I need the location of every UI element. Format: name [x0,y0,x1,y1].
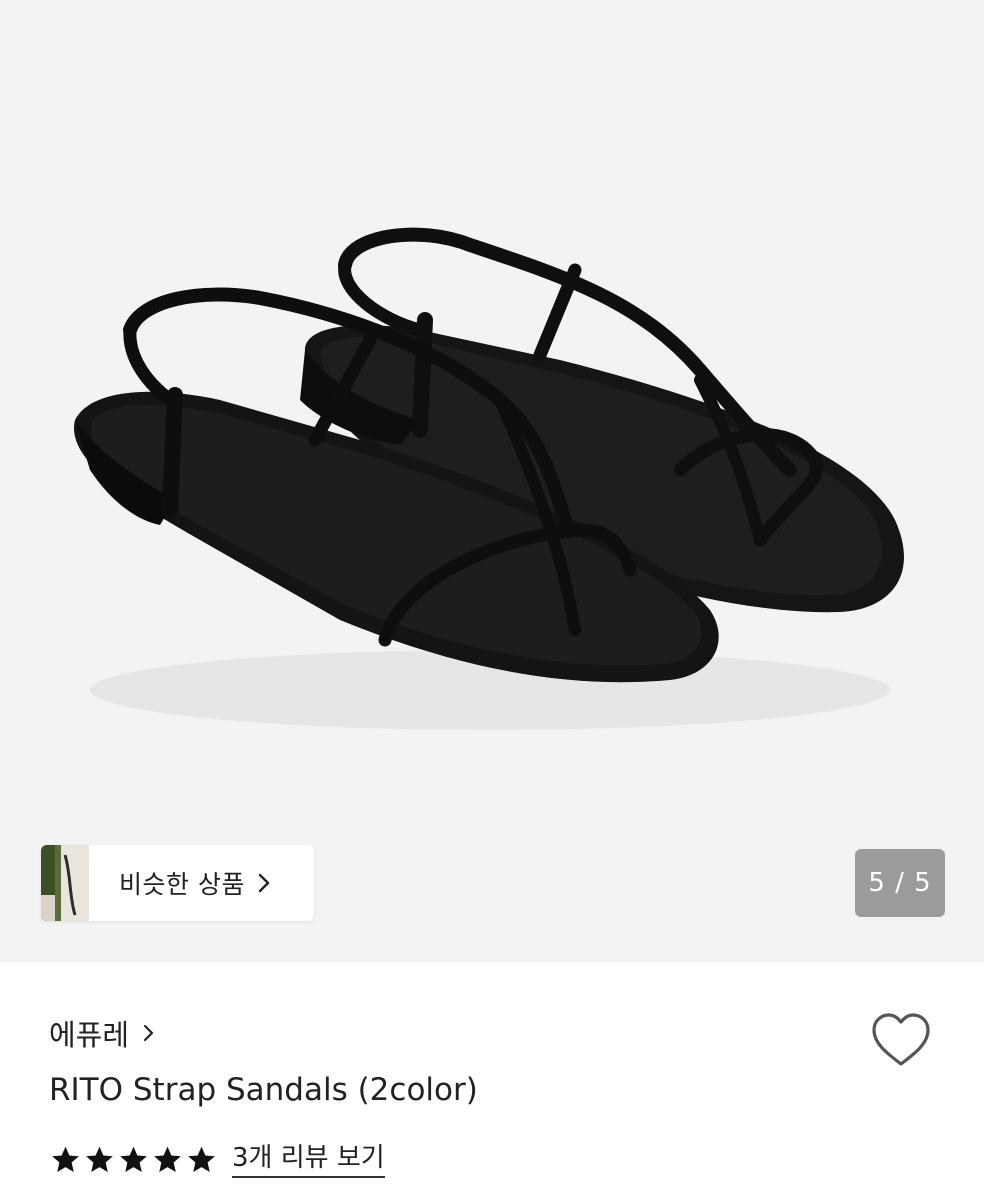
star-filled-icon [52,1146,79,1172]
similar-product-thumbnail [41,845,89,921]
star-filled-icon [120,1146,147,1172]
product-image-gallery[interactable]: 비슷한 상품 5 / 5 [0,0,984,962]
brand-name: 에퓨레 [49,1018,130,1052]
heart-outline-icon[interactable] [868,1010,934,1070]
star-filled-icon [154,1146,181,1172]
rating-row: 3개 리뷰 보기 [49,1140,385,1180]
similar-products-button[interactable]: 비슷한 상품 [41,845,314,921]
brand-link[interactable]: 에퓨레 [49,1012,155,1054]
product-info: 에퓨레 RITO Strap Sandals (2color) 3개 리뷰 보기 [0,962,984,1200]
view-reviews-link[interactable]: 3개 리뷰 보기 [232,1143,385,1178]
chevron-right-icon [143,1024,154,1042]
image-page-counter: 5 / 5 [855,849,945,917]
rating-stars [49,1144,218,1176]
star-filled-icon [86,1146,113,1172]
star-filled-icon [188,1146,215,1172]
chevron-right-icon [258,873,270,893]
similar-products-label: 비슷한 상품 [119,870,245,899]
product-title: RITO Strap Sandals (2color) [49,1072,478,1108]
product-photo [73,227,904,730]
